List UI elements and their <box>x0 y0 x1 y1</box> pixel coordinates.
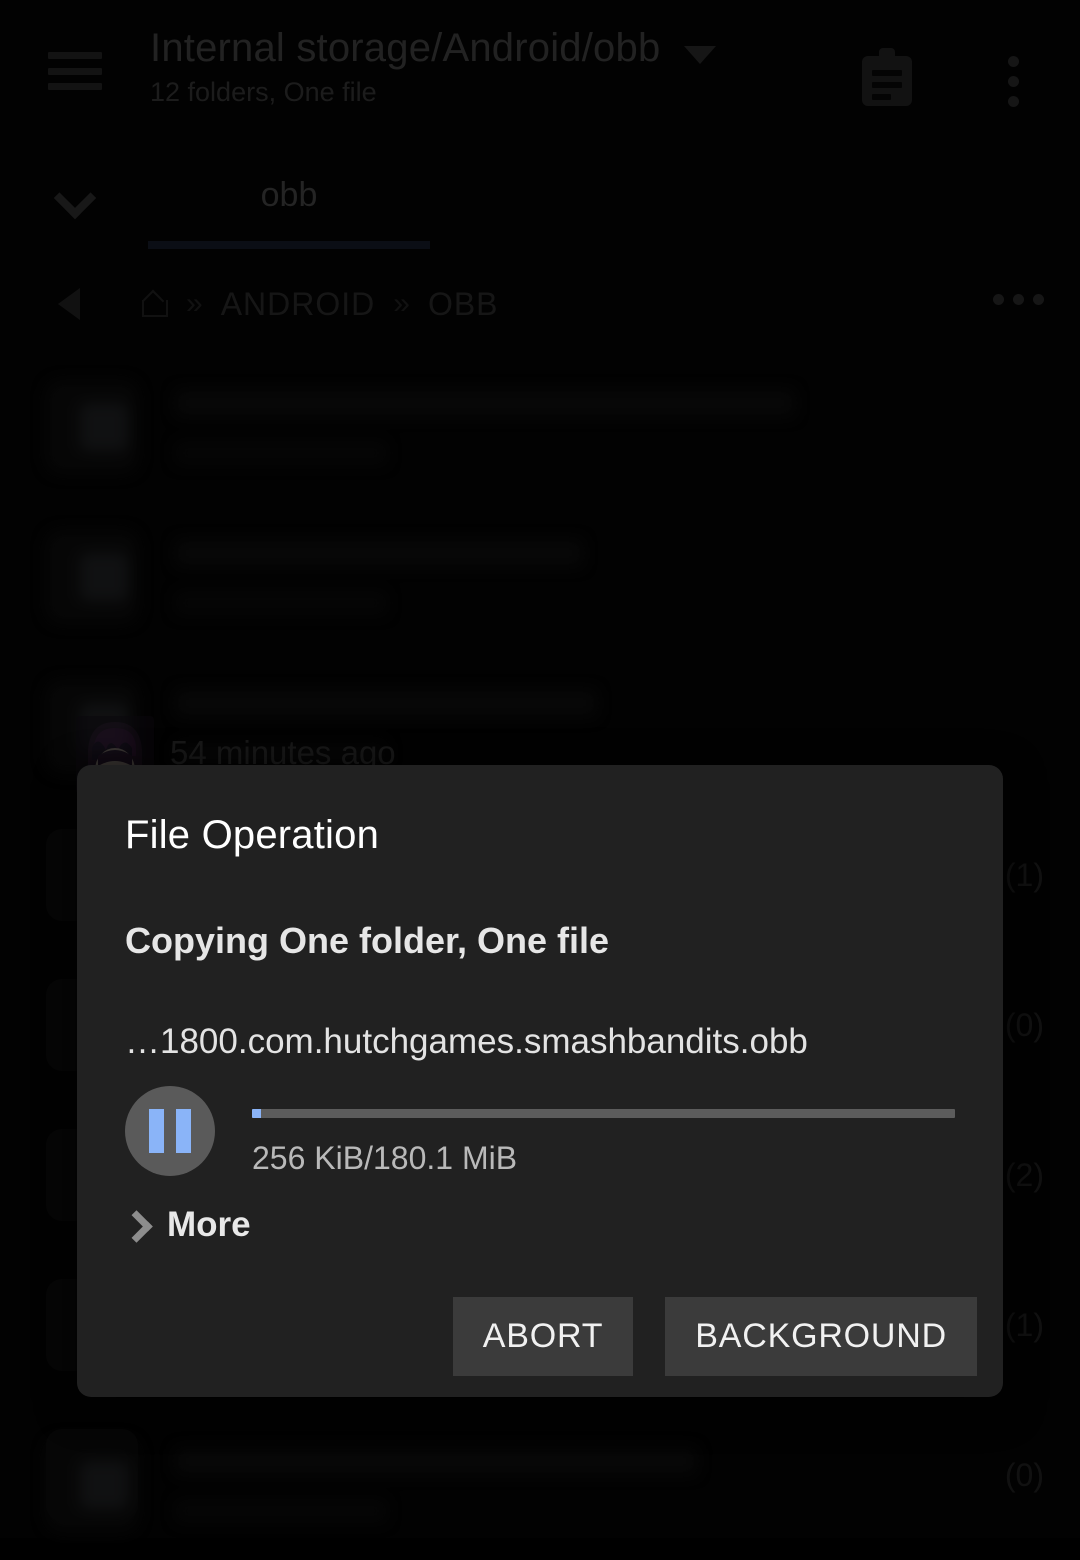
progress-text: 256 KiB/180.1 MiB <box>252 1140 518 1176</box>
file-operation-dialog: File Operation Copying One folder, One f… <box>77 765 1003 1397</box>
progress-bar <box>252 1109 955 1118</box>
pause-bar <box>149 1109 164 1153</box>
dialog-current-file: …1800.com.hutchgames.smashbandits.obb <box>125 1022 808 1061</box>
abort-button[interactable]: ABORT <box>452 1297 634 1376</box>
dialog-title: File Operation <box>125 813 380 857</box>
more-toggle[interactable]: More <box>123 1205 251 1245</box>
pause-icon[interactable] <box>125 1086 215 1176</box>
dialog-operation-text: Copying One folder, One file <box>125 920 610 961</box>
dialog-actions: ABORT BACKGROUND <box>452 1297 977 1376</box>
progress-wrapper: 256 KiB/180.1 MiB <box>252 1109 955 1177</box>
background-button[interactable]: BACKGROUND <box>665 1297 977 1376</box>
more-label: More <box>167 1205 251 1244</box>
chevron-right-icon <box>123 1214 145 1236</box>
progress-area: 256 KiB/180.1 MiB <box>125 1080 955 1190</box>
progress-bar-fill <box>252 1109 261 1118</box>
pause-bar <box>176 1109 191 1153</box>
